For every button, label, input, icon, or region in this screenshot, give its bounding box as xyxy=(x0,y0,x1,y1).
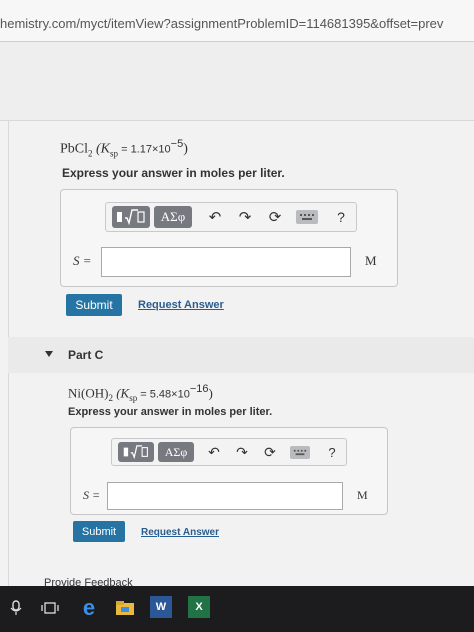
part-c-compound-subscript: 2 xyxy=(108,392,113,403)
part-c-variable-label: S = xyxy=(83,488,101,502)
part-b-answer-input[interactable] xyxy=(101,247,351,277)
problem-page: PbCl2 (Ksp = 1.17×10−5) Express your ans… xyxy=(0,120,474,589)
part-b-math-toolbar: ΑΣφ ↶ ↷ ⟳ ? xyxy=(105,202,357,232)
reset-icon[interactable]: ⟳ xyxy=(260,442,280,462)
search-icon[interactable] xyxy=(8,598,24,618)
excel-icon[interactable]: X xyxy=(188,596,210,618)
part-c-instruction: Express your answer in moles per liter. xyxy=(68,406,273,418)
keyboard-keys-icon xyxy=(293,449,307,456)
part-b-compound: PbCl xyxy=(60,141,89,157)
part-c-compound: Ni(OH) xyxy=(68,385,109,401)
part-b-instruction: Express your answer in moles per liter. xyxy=(62,166,285,180)
part-b-k-subscript: sp xyxy=(110,148,119,159)
part-c-formula: Ni(OH)2 (Ksp = 5.48×10−16) xyxy=(68,383,213,403)
part-c-answer-input[interactable] xyxy=(107,482,343,510)
part-c-math-toolbar: ΑΣφ ↶ ↷ ⟳ ? xyxy=(111,438,347,466)
templates-icon xyxy=(117,209,145,225)
part-b-request-answer-link[interactable]: Request Answer xyxy=(138,299,224,311)
help-button[interactable]: ? xyxy=(332,206,350,228)
task-view-glyph-icon xyxy=(41,602,59,614)
excel-letter: X xyxy=(195,601,203,613)
word-icon[interactable]: W xyxy=(150,596,172,618)
os-taskbar: e W X xyxy=(0,586,474,632)
part-b-variable-label: S = xyxy=(73,253,92,268)
keyboard-icon[interactable] xyxy=(290,446,310,459)
templates-button[interactable] xyxy=(118,442,154,462)
collapse-caret-icon[interactable] xyxy=(45,351,53,357)
part-c-k-value: = 5.48×10 xyxy=(137,388,190,401)
part-b-formula: PbCl2 (Ksp = 1.17×10−5) xyxy=(60,138,188,158)
page-top-spacer xyxy=(0,42,474,120)
edge-icon[interactable]: e xyxy=(78,595,100,620)
part-b-unit-label: M xyxy=(365,253,377,268)
undo-icon[interactable]: ↶ xyxy=(204,442,224,462)
part-c-k-exponent: −16 xyxy=(189,383,209,395)
help-button[interactable]: ? xyxy=(324,442,340,462)
part-c-unit-label: M xyxy=(357,488,368,502)
templates-icon xyxy=(123,445,148,459)
folder-glyph-icon xyxy=(116,601,134,615)
task-view-icon[interactable] xyxy=(40,598,60,618)
part-c-header[interactable]: Part C xyxy=(8,337,474,373)
part-b-k-value: = 1.17×10 xyxy=(118,143,171,156)
part-b-k-exponent: −5 xyxy=(170,138,184,150)
undo-icon[interactable]: ↶ xyxy=(204,206,226,228)
part-b-compound-subscript: 2 xyxy=(88,148,93,159)
redo-icon[interactable]: ↷ xyxy=(232,442,252,462)
address-url[interactable]: hemistry.com/myct/itemView?assignmentPro… xyxy=(0,16,443,31)
part-b-k-close: ) xyxy=(183,141,188,157)
redo-icon[interactable]: ↷ xyxy=(234,206,256,228)
keyboard-keys-icon xyxy=(300,214,314,220)
greek-symbols-button[interactable]: ΑΣφ xyxy=(158,442,194,462)
reset-icon[interactable]: ⟳ xyxy=(264,206,286,228)
part-c-k-subscript: sp xyxy=(129,392,138,403)
keyboard-icon[interactable] xyxy=(296,210,318,224)
part-c-answer-box: ΑΣφ ↶ ↷ ⟳ ? S = M xyxy=(70,427,388,515)
part-b-submit-button[interactable]: Submit xyxy=(66,294,122,316)
word-letter: W xyxy=(155,601,167,613)
part-c-request-answer-link[interactable]: Request Answer xyxy=(141,527,219,538)
greek-symbols-button[interactable]: ΑΣφ xyxy=(154,206,192,228)
templates-button[interactable] xyxy=(112,206,150,228)
part-b-k-open: (K xyxy=(96,141,111,157)
part-c-title: Part C xyxy=(68,348,104,362)
file-explorer-icon[interactable] xyxy=(114,598,136,618)
browser-address-bar[interactable]: hemistry.com/myct/itemView?assignmentPro… xyxy=(0,0,474,42)
microphone-glyph-icon xyxy=(10,600,22,615)
part-c-k-open: (K xyxy=(116,385,130,401)
part-b-answer-box: ΑΣφ ↶ ↷ ⟳ ? S = M xyxy=(60,189,398,287)
part-c-k-close: ) xyxy=(208,385,213,401)
part-c-submit-button[interactable]: Submit xyxy=(73,521,125,542)
